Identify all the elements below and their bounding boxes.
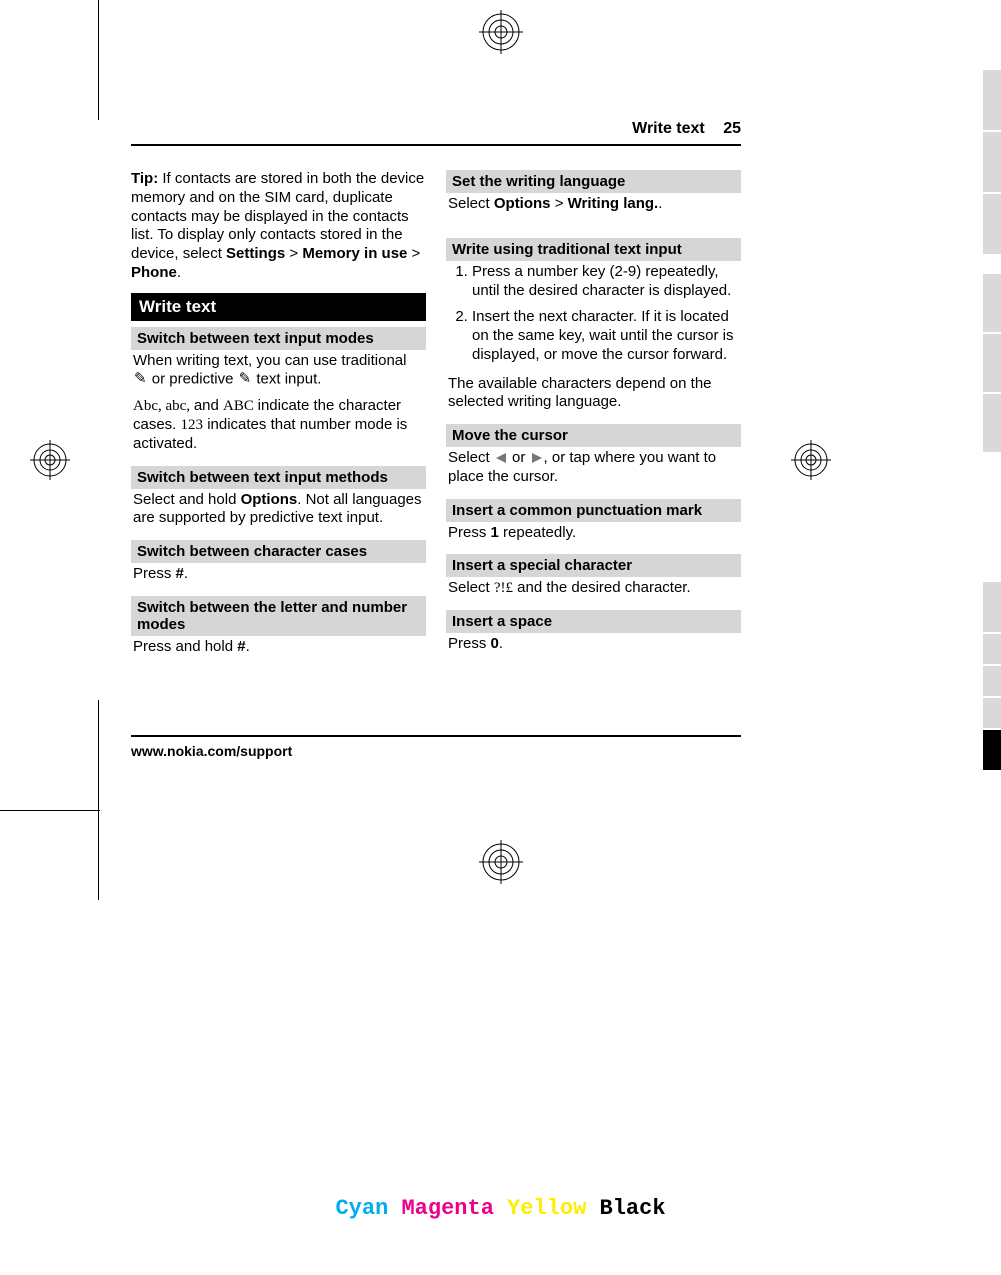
steps-list: Press a number key (2-9) repeatedly, unt… (446, 263, 741, 365)
heading-letter-number: Switch between the letter and number mod… (131, 596, 426, 636)
page-number: 25 (723, 120, 741, 137)
body-text: Press 0. (446, 633, 741, 660)
side-tabs (983, 70, 1001, 772)
heading-move-cursor: Move the cursor (446, 424, 741, 447)
body-text: Press 1 repeatedly. (446, 522, 741, 549)
heading-switch-methods: Switch between text input methods (131, 466, 426, 489)
body-text: Abc, abc, and ABC indicate the character… (131, 395, 426, 459)
black-label: Black (600, 1196, 666, 1221)
tip-paragraph: Tip: If contacts are stored in both the … (131, 170, 426, 283)
heading-space: Insert a space (446, 610, 741, 633)
arrow-left-icon (494, 449, 508, 466)
step-item: Insert the next character. If it is loca… (472, 308, 741, 364)
arrow-right-icon (530, 449, 544, 466)
traditional-input-icon: ✎ (133, 370, 148, 389)
registration-mark-icon (30, 440, 70, 484)
body-text: Press and hold #. (131, 636, 426, 663)
registration-mark-icon (479, 840, 523, 888)
heading-punctuation: Insert a common punctuation mark (446, 499, 741, 522)
heading-traditional-input: Write using traditional text input (446, 238, 741, 261)
heading-switch-cases: Switch between character cases (131, 540, 426, 563)
header-title: Write text (632, 120, 705, 137)
body-text: When writing text, you can use tradition… (131, 350, 426, 396)
body-text: Press #. (131, 563, 426, 590)
registration-mark-icon (479, 10, 523, 58)
page-header: Write text 25 (131, 120, 741, 146)
cyan-label: Cyan (335, 1196, 388, 1221)
section-write-text: Write text (131, 293, 426, 321)
footer-url: www.nokia.com/support (131, 735, 741, 759)
left-column: Tip: If contacts are stored in both the … (131, 170, 426, 663)
symbol-icon: ?!£ (494, 580, 513, 596)
body-text: Select ?!£ and the desired character. (446, 577, 741, 604)
yellow-label: Yellow (507, 1196, 586, 1221)
heading-writing-language: Set the writing language (446, 170, 741, 193)
body-text: The available characters depend on the s… (446, 373, 741, 419)
body-text: Select and hold Options. Not all languag… (131, 489, 426, 535)
color-bar: Cyan Magenta Yellow Black (335, 1196, 665, 1221)
magenta-label: Magenta (401, 1196, 493, 1221)
predictive-input-icon: ✎ (238, 370, 253, 389)
heading-special-char: Insert a special character (446, 554, 741, 577)
body-text: Select or , or tap where you want to pla… (446, 447, 741, 493)
step-item: Press a number key (2-9) repeatedly, unt… (472, 263, 741, 301)
body-text: Select Options > Writing lang.. (446, 193, 741, 220)
heading-switch-modes: Switch between text input modes (131, 327, 426, 350)
registration-mark-icon (791, 440, 831, 484)
right-column: Set the writing language Select Options … (446, 170, 741, 663)
